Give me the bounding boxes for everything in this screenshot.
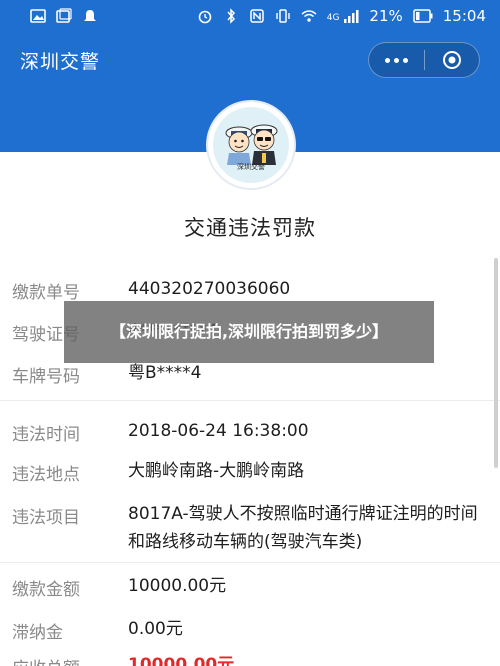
alarm-icon (198, 10, 212, 24)
row-value: 440320270036060 (128, 279, 291, 299)
logo-caption: 深圳交警 (237, 163, 265, 171)
battery-icon (413, 9, 433, 23)
target-close-icon (442, 51, 461, 69)
more-button[interactable] (369, 43, 424, 77)
row-label: 违法项目 (12, 508, 80, 528)
row-value: 10000.00元 (128, 576, 227, 596)
app-bar: 深圳交警 (0, 32, 500, 88)
row-label: 违法地点 (12, 465, 80, 485)
caption-text: 【深圳限行捉拍,深圳限行拍到罚多少】 (109, 322, 389, 341)
caption-overlay: 【深圳限行捉拍,深圳限行拍到罚多少】 (64, 301, 434, 363)
page-title: 交通违法罚款 (184, 216, 316, 240)
battery-percent: 21% (369, 7, 403, 25)
row-value: 2018-06-24 16:38:00 (128, 421, 309, 441)
police-logo-badge: 深圳交警 (208, 102, 294, 188)
wifi-icon (301, 10, 317, 22)
police-logo: 深圳交警 (213, 107, 289, 183)
gallery-icon (56, 8, 72, 23)
network-type: 4G (326, 13, 340, 23)
clock: 15:04 (442, 7, 486, 25)
row-label: 滞纳金 (12, 623, 63, 643)
image-icon (30, 9, 46, 23)
row-value: 粤B****4 (128, 363, 202, 383)
total-amount: 10000.00元 (128, 655, 235, 666)
row-value: 0.00元 (128, 619, 183, 639)
vibrate-icon (276, 9, 290, 23)
row-value: 8017A-驾驶人不按照临时通行牌证注明的时间和路线移动车辆的(驾驶汽车类) (128, 504, 478, 552)
row-label: 应收总额 (12, 654, 80, 666)
section-divider (0, 400, 500, 401)
bluetooth-icon (227, 8, 235, 24)
signal-icon (344, 10, 359, 23)
scrollbar[interactable] (494, 258, 498, 468)
status-left-icons (30, 8, 98, 24)
row-value: 大鹏岭南路-大鹏岭南路 (128, 461, 305, 481)
notification-icon (84, 10, 96, 21)
nfc-icon (249, 9, 264, 23)
more-icon (384, 57, 408, 63)
row-label: 缴款金额 (12, 580, 80, 600)
status-right-icons: 4G 21% 15:04 (197, 7, 486, 25)
section-divider (0, 562, 500, 563)
status-bar: 4G 21% 15:04 (0, 0, 500, 32)
row-label: 车牌号码 (12, 367, 80, 387)
close-button[interactable] (425, 43, 480, 77)
app-title: 深圳交警 (20, 50, 101, 73)
row-label: 违法时间 (12, 425, 80, 445)
row-label: 缴款单号 (12, 283, 80, 303)
mini-program-capsule (368, 42, 480, 78)
